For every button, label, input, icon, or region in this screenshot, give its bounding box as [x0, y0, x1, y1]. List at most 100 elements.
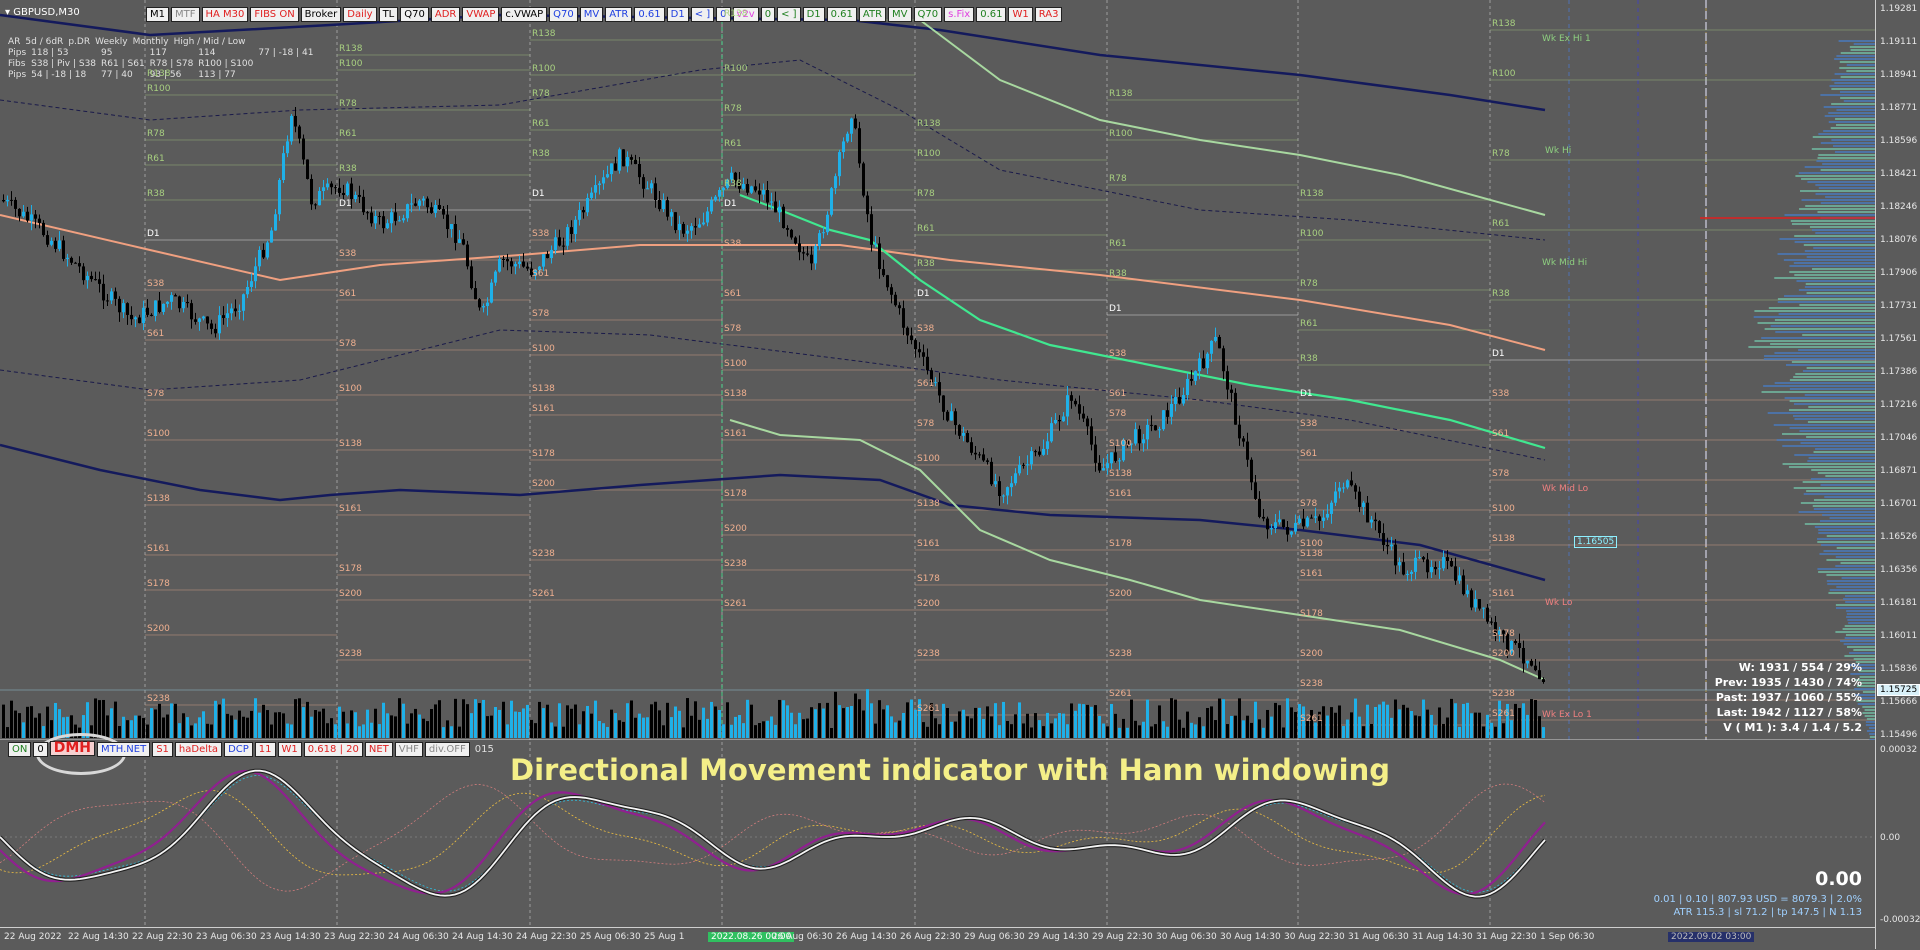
indicator-toolbar-button-2[interactable]: DMH [49, 741, 96, 756]
volume-bar [1122, 718, 1125, 738]
profile-bar [1840, 562, 1875, 564]
toolbar-button-12[interactable]: MV [579, 7, 604, 22]
indicator-toolbar-button-11[interactable]: VHF [394, 742, 423, 757]
indicator-toolbar-button-5[interactable]: haDelta [174, 742, 223, 757]
profile-bar [1817, 538, 1875, 540]
toolbar-button-29[interactable]: RA3 [1034, 7, 1063, 22]
fib-label: S38 [724, 239, 742, 249]
profile-bar [1815, 232, 1875, 234]
toolbar-button-0[interactable]: M1 [146, 7, 169, 22]
indicator-toolbar-button-4[interactable]: S1 [152, 742, 173, 757]
toolbar-button-10[interactable]: c.VWAP [501, 7, 548, 22]
candle-body [1182, 395, 1185, 404]
profile-bar [1790, 220, 1875, 222]
indicator-toolbar-button-6[interactable]: DCP [224, 742, 253, 757]
candle-body [786, 228, 789, 230]
profile-bar [1815, 448, 1875, 450]
candle-body [558, 237, 561, 246]
time-tick: 23 Aug 22:30 [324, 932, 385, 942]
toolbar-button-6[interactable]: TL [378, 7, 399, 22]
fib-label: S78 [339, 339, 357, 349]
indicator-toolbar-button-8[interactable]: W1 [277, 742, 302, 757]
fib-label: S178 [532, 449, 555, 459]
toolbar-button-16[interactable]: < ] [690, 7, 715, 22]
volume-bar [794, 724, 797, 738]
toolbar-button-20[interactable]: < ] [777, 7, 801, 22]
profile-bar [1843, 643, 1875, 645]
volume-bar [1054, 718, 1057, 738]
toolbar-button-3[interactable]: FIBS ON [250, 7, 299, 22]
volume-bar [590, 713, 593, 738]
toolbar-button-26[interactable]: s.Fix [944, 7, 975, 22]
toolbar-button-5[interactable]: Daily [343, 7, 377, 22]
profile-bar [1828, 121, 1875, 123]
indicator-toolbar-button-3[interactable]: MTH.NET [97, 742, 151, 757]
toolbar-button-11[interactable]: Q70 [549, 7, 578, 22]
toolbar-button-23[interactable]: ATR [858, 7, 887, 22]
volume-bar [1170, 698, 1173, 738]
indicator-toolbar-button-13[interactable]: 015 [472, 743, 497, 756]
volume-bar [278, 712, 281, 738]
volume-bar [878, 700, 881, 738]
symbol-label[interactable]: ▾ GBPUSD,M30 [5, 7, 80, 18]
toolbar-button-1[interactable]: MTF [171, 7, 200, 22]
toolbar-button-7[interactable]: Q70 [400, 7, 429, 22]
toolbar-button-13[interactable]: ATR [605, 7, 633, 22]
indicator-toolbar-button-0[interactable]: ON [8, 742, 32, 757]
profile-bar [1805, 205, 1875, 207]
toolbar-button-9[interactable]: VWAP [462, 7, 500, 22]
volume-bar [1502, 723, 1505, 738]
toolbar-button-25[interactable]: Q70 [913, 7, 943, 22]
profile-bar [1767, 412, 1875, 414]
price-tick: 1.18771 [1880, 103, 1918, 113]
indicator-toolbar-button-12[interactable]: div.OFF [424, 742, 470, 757]
indicator-toolbar-button-7[interactable]: 11 [254, 742, 276, 757]
candle-body [1010, 483, 1013, 488]
candle-body [450, 224, 453, 230]
toolbar-button-14[interactable]: 0.61 [634, 7, 665, 22]
toolbar-button-28[interactable]: W1 [1008, 7, 1033, 22]
toolbar-button-15[interactable]: D1 [666, 7, 689, 22]
fib-label: S138 [339, 439, 362, 449]
volume-bar [866, 689, 869, 738]
toolbar-button-22[interactable]: 0.61 [826, 7, 857, 22]
toolbar-button-2[interactable]: HA M30 [201, 7, 249, 22]
toolbar-button-24[interactable]: MV [888, 7, 912, 22]
toolbar-button-27[interactable]: 0.61 [976, 7, 1007, 22]
time-axis[interactable]: 22 Aug 2022 22 Aug 14:30 22 Aug 22:30 23 Au… [0, 927, 1875, 950]
candle-body [666, 200, 669, 217]
volume-bar [1294, 711, 1297, 738]
toolbar-button-8[interactable]: ADR [430, 7, 461, 22]
fib-label: R138 [339, 44, 363, 54]
candle-body [410, 203, 413, 205]
volume-bar [470, 713, 473, 738]
toolbar-button-21[interactable]: D1 [802, 7, 825, 22]
volume-bar [1450, 698, 1453, 738]
profile-bar [1835, 607, 1875, 609]
toolbar-button-19[interactable]: 0 [760, 7, 776, 22]
indicator-lines [0, 768, 1547, 899]
price-axis[interactable]: 1.19281 1.19111 1.18941 1.18771 1.18596 1.184… [1875, 0, 1920, 949]
time-tick: 24 Aug 06:30 [388, 932, 449, 942]
profile-bar [1804, 250, 1875, 252]
candle-body [1470, 590, 1473, 608]
indicator-toolbar-button-1[interactable]: 0 [33, 742, 48, 757]
candle-body [614, 163, 617, 171]
volume-bar [758, 723, 761, 738]
toolbar-button-4[interactable]: Broker [300, 7, 342, 22]
fib-label: S100 [1300, 539, 1323, 549]
fib-label: R138 [532, 29, 556, 39]
volume-bar [286, 723, 289, 738]
candle-body [190, 303, 193, 320]
price-chart[interactable] [0, 0, 1875, 740]
indicator-toolbar-button-10[interactable]: NET [364, 742, 393, 757]
candle-body [94, 279, 97, 281]
volume-bar [574, 704, 577, 738]
volume-bar [282, 713, 285, 738]
candle-body [274, 214, 277, 231]
volume-bar [1370, 723, 1373, 738]
candle-body [714, 196, 717, 201]
volume-bar [746, 699, 749, 738]
indicator-toolbar-button-9[interactable]: 0.618 | 20 [303, 742, 363, 757]
volume-bar [682, 727, 685, 738]
